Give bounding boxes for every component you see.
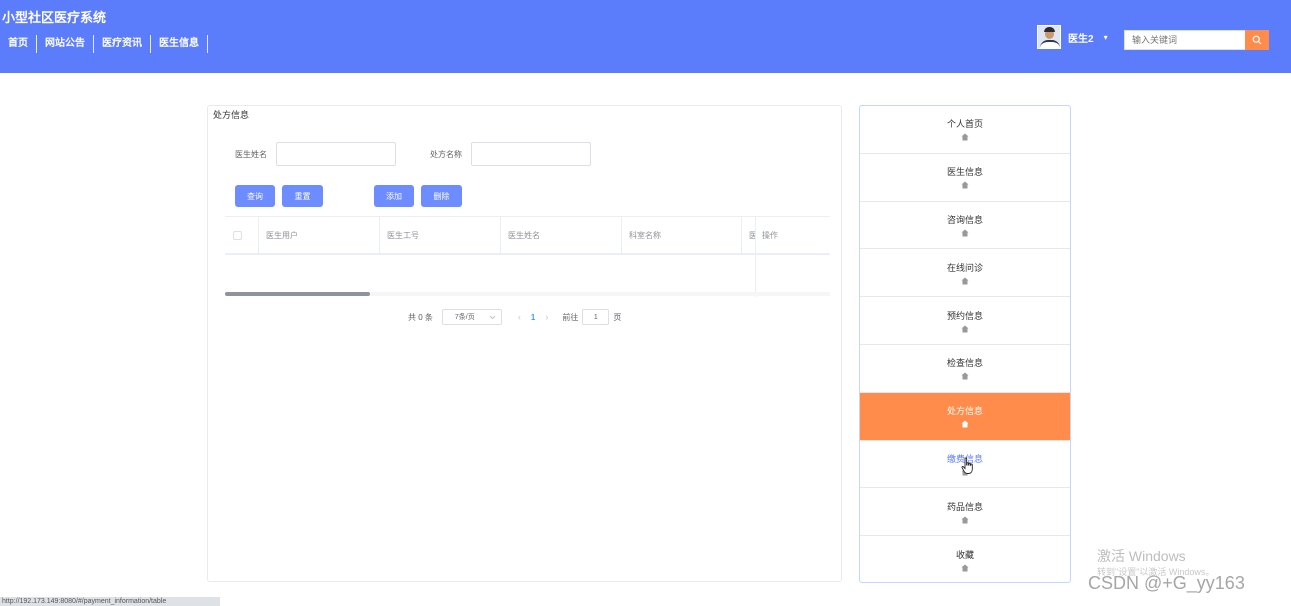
menu-item-label: 处方信息 [946, 406, 983, 417]
menu-item-personal-home[interactable]: 个人首页 [860, 106, 1070, 154]
nav-item-doctor-info[interactable]: 医生信息 [151, 35, 208, 53]
menu-item-label: 预约信息 [946, 310, 983, 321]
column-header: 医生姓名 [501, 217, 622, 253]
prescription-panel: 处方信息 医生姓名 处方名称 查询 重置 添加 删除 医生用户 医生工号 医生姓… [207, 105, 842, 582]
delete-button[interactable]: 删除 [421, 185, 462, 207]
menu-item-label: 药品信息 [946, 501, 983, 512]
page-number-current[interactable]: 1 [531, 313, 535, 322]
menu-item-consultation[interactable]: 咨询信息 [860, 202, 1070, 250]
add-button[interactable]: 添加 [374, 185, 414, 207]
home-icon [961, 420, 969, 428]
user-menu[interactable]: 医生2 ▾ [1037, 25, 1108, 49]
home-icon [961, 325, 969, 333]
goto-label: 前往 [562, 312, 579, 322]
menu-item-label: 咨询信息 [946, 214, 983, 225]
home-icon [961, 516, 969, 524]
menu-item-doctor-info[interactable]: 医生信息 [860, 154, 1070, 202]
panel-title: 处方信息 [213, 110, 250, 120]
prev-page-button[interactable]: ‹ [518, 312, 521, 322]
menu-item-label: 收藏 [955, 550, 974, 561]
chevron-down-icon [489, 315, 496, 319]
menu-item-prescription[interactable]: 处方信息 [860, 392, 1070, 441]
avatar[interactable] [1037, 25, 1061, 49]
menu-item-examination[interactable]: 检查信息 [860, 345, 1070, 393]
chevron-down-icon[interactable]: ▾ [1104, 33, 1108, 42]
search-button[interactable] [1245, 30, 1269, 50]
nav-item-home[interactable]: 首页 [0, 35, 37, 53]
menu-item-label: 个人首页 [946, 119, 983, 130]
search-box [1124, 30, 1269, 50]
data-table: 医生用户 医生工号 医生姓名 科室名称 医 操作 [225, 216, 830, 297]
pagination: 共 0 条 7条/页 ‹ 1 › 前往 1 页 [408, 309, 621, 325]
menu-item-label: 检查信息 [946, 358, 983, 369]
fixed-action-column: 操作 [755, 217, 830, 297]
action-column-header: 操作 [756, 217, 830, 255]
menu-item-medicine[interactable]: 药品信息 [860, 488, 1070, 537]
csdn-watermark: CSDN @+G_yy163 [1088, 573, 1245, 593]
select-all-checkbox[interactable] [233, 230, 242, 240]
doctor-name-label: 医生姓名 [235, 150, 267, 159]
column-header: 医生用户 [259, 217, 380, 253]
menu-item-label: 在线问诊 [946, 262, 983, 273]
horizontal-scrollbar[interactable] [225, 292, 830, 296]
query-button[interactable]: 查询 [235, 185, 275, 207]
nav-item-medical-news[interactable]: 医疗资讯 [94, 35, 151, 53]
home-icon [961, 181, 969, 189]
nav-item-announcements[interactable]: 网站公告 [37, 35, 94, 53]
app-title: 小型社区医疗系统 [2, 10, 107, 25]
column-header: 医生工号 [380, 217, 501, 253]
page-size-value: 7条/页 [454, 314, 475, 321]
menu-item-online-diagnosis[interactable]: 在线问诊 [860, 249, 1070, 298]
page-suffix: 页 [613, 312, 622, 322]
next-page-button[interactable]: › [545, 312, 548, 322]
table-header: 医生用户 医生工号 医生姓名 科室名称 医 [225, 217, 830, 255]
search-input[interactable] [1124, 30, 1245, 50]
prescription-name-label: 处方名称 [430, 150, 462, 159]
status-bar-url: http://192.173.149:8080/#/payment_inform… [0, 597, 220, 606]
menu-item-favorites[interactable]: 收藏 [860, 536, 1070, 582]
goto-page-input[interactable]: 1 [582, 309, 610, 325]
home-icon [961, 564, 969, 572]
menu-item-appointment[interactable]: 预约信息 [860, 297, 1070, 345]
activation-watermark: 激活 Windows [1097, 548, 1186, 564]
home-icon [961, 372, 969, 380]
home-icon [961, 133, 969, 141]
home-icon [961, 277, 969, 285]
search-icon [1252, 35, 1262, 45]
reset-button[interactable]: 重置 [282, 185, 323, 207]
username[interactable]: 医生2 [1068, 30, 1094, 45]
doctor-name-input[interactable] [276, 142, 396, 166]
select-all-cell [225, 217, 259, 253]
top-header: 小型社区医疗系统 首页 网站公告 医疗资讯 医生信息 医生2 ▾ [0, 0, 1291, 73]
page-size-select[interactable]: 7条/页 [441, 309, 502, 325]
top-nav: 首页 网站公告 医疗资讯 医生信息 [0, 35, 208, 53]
scrollbar-thumb[interactable] [225, 292, 370, 296]
hand-cursor-icon [961, 457, 973, 474]
home-icon [961, 229, 969, 237]
menu-item-label: 医生信息 [946, 167, 983, 178]
side-menu: 个人首页 医生信息 咨询信息 在线问诊 预约信息 检查信息 处方信息 缴费信息 … [859, 105, 1071, 583]
column-header: 科室名称 [622, 217, 742, 253]
total-count: 共 0 条 [408, 312, 433, 322]
prescription-name-input[interactable] [471, 142, 591, 166]
